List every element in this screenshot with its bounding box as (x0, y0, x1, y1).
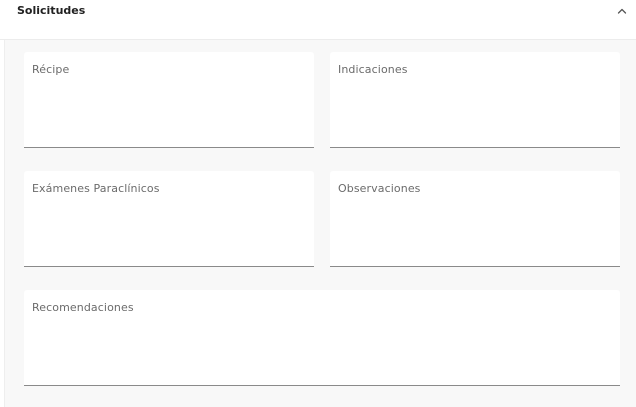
section-title: Solicitudes (17, 4, 86, 17)
panel-header[interactable]: Solicitudes (0, 0, 636, 40)
recipe-label: Récipe (32, 63, 70, 76)
recipe-input[interactable] (32, 80, 306, 141)
examenes-paraclinicos-input[interactable] (32, 199, 306, 260)
panel-body: Récipe Indicaciones Exámenes Paraclínico… (4, 40, 636, 407)
indicaciones-input[interactable] (338, 80, 612, 141)
indicaciones-field[interactable]: Indicaciones (330, 52, 620, 148)
recomendaciones-input[interactable] (32, 318, 612, 379)
examenes-paraclinicos-label: Exámenes Paraclínicos (32, 182, 160, 195)
observaciones-field[interactable]: Observaciones (330, 171, 620, 267)
observaciones-label: Observaciones (338, 182, 421, 195)
solicitudes-panel: Solicitudes Récipe Indicaciones Exámenes… (0, 0, 636, 407)
recomendaciones-field[interactable]: Recomendaciones (24, 290, 620, 386)
observaciones-input[interactable] (338, 199, 612, 260)
indicaciones-label: Indicaciones (338, 63, 408, 76)
recomendaciones-label: Recomendaciones (32, 301, 134, 314)
recipe-field[interactable]: Récipe (24, 52, 314, 148)
chevron-up-icon[interactable] (612, 3, 632, 19)
examenes-paraclinicos-field[interactable]: Exámenes Paraclínicos (24, 171, 314, 267)
